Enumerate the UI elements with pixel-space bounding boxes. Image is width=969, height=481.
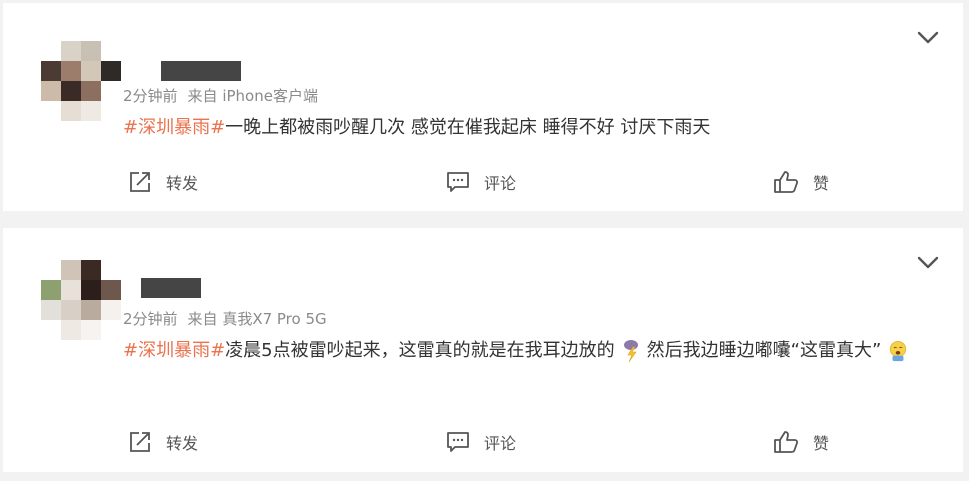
comment-button[interactable]: 评论 <box>446 427 516 457</box>
chevron-down-icon[interactable] <box>917 256 939 270</box>
like-icon <box>774 171 799 193</box>
hashtag-link[interactable]: #深圳暴雨# <box>123 117 225 138</box>
like-button[interactable]: 赞 <box>773 167 829 197</box>
post-card: 2分钟前 来自 真我X7 Pro 5G #深圳暴雨#凌晨5点被雷吵起来，这雷真的就… <box>3 228 963 472</box>
post-content-part2: 然后我边睡边嘟囔“这雷真大” <box>646 340 882 361</box>
avatar[interactable] <box>41 41 121 121</box>
post-text: #深圳暴雨#一晚上都被雨吵醒几次 感觉在催我起床 睡得不好 讨厌下雨天 <box>123 113 941 143</box>
yawn-emoji-icon <box>890 341 907 362</box>
comment-button[interactable]: 评论 <box>446 167 516 197</box>
comment-icon <box>447 172 469 192</box>
lightning-emoji-icon <box>623 340 638 363</box>
comment-icon <box>447 432 469 452</box>
like-label: 赞 <box>813 174 830 193</box>
like-icon <box>774 431 799 453</box>
post-time[interactable]: 2分钟前 <box>123 310 178 328</box>
post-source: 来自 iPhone客户端 <box>187 87 318 105</box>
repost-button[interactable]: 转发 <box>128 167 198 197</box>
comment-label: 评论 <box>484 434 517 453</box>
repost-label: 转发 <box>166 434 199 453</box>
username-redacted[interactable] <box>161 61 241 81</box>
avatar[interactable] <box>41 260 121 340</box>
repost-button[interactable]: 转发 <box>128 427 198 457</box>
post-time[interactable]: 2分钟前 <box>123 87 178 105</box>
post-text: #深圳暴雨#凌晨5点被雷吵起来，这雷真的就是在我耳边放的 然后我边睡边嘟囔“这雷… <box>123 336 941 366</box>
post-content-part1: 凌晨5点被雷吵起来，这雷真的就是在我耳边放的 <box>225 340 615 361</box>
post-card: 2分钟前 来自 iPhone客户端 #深圳暴雨#一晚上都被雨吵醒几次 感觉在催我起… <box>3 3 963 211</box>
action-bar: 转发 评论 赞 <box>3 167 963 197</box>
username-redacted[interactable] <box>141 278 201 298</box>
repost-icon <box>130 172 150 192</box>
like-button[interactable]: 赞 <box>773 427 829 457</box>
post-content: 一晚上都被雨吵醒几次 感觉在催我起床 睡得不好 讨厌下雨天 <box>225 117 711 138</box>
post-meta: 2分钟前 来自 真我X7 Pro 5G <box>123 308 327 329</box>
action-bar: 转发 评论 赞 <box>3 427 963 457</box>
repost-label: 转发 <box>166 174 199 193</box>
hashtag-link[interactable]: #深圳暴雨# <box>123 340 225 361</box>
post-meta: 2分钟前 来自 iPhone客户端 <box>123 85 318 106</box>
like-label: 赞 <box>813 434 830 453</box>
repost-icon <box>130 432 150 452</box>
chevron-down-icon[interactable] <box>917 31 939 45</box>
comment-label: 评论 <box>484 174 517 193</box>
post-source: 来自 真我X7 Pro 5G <box>187 310 327 328</box>
